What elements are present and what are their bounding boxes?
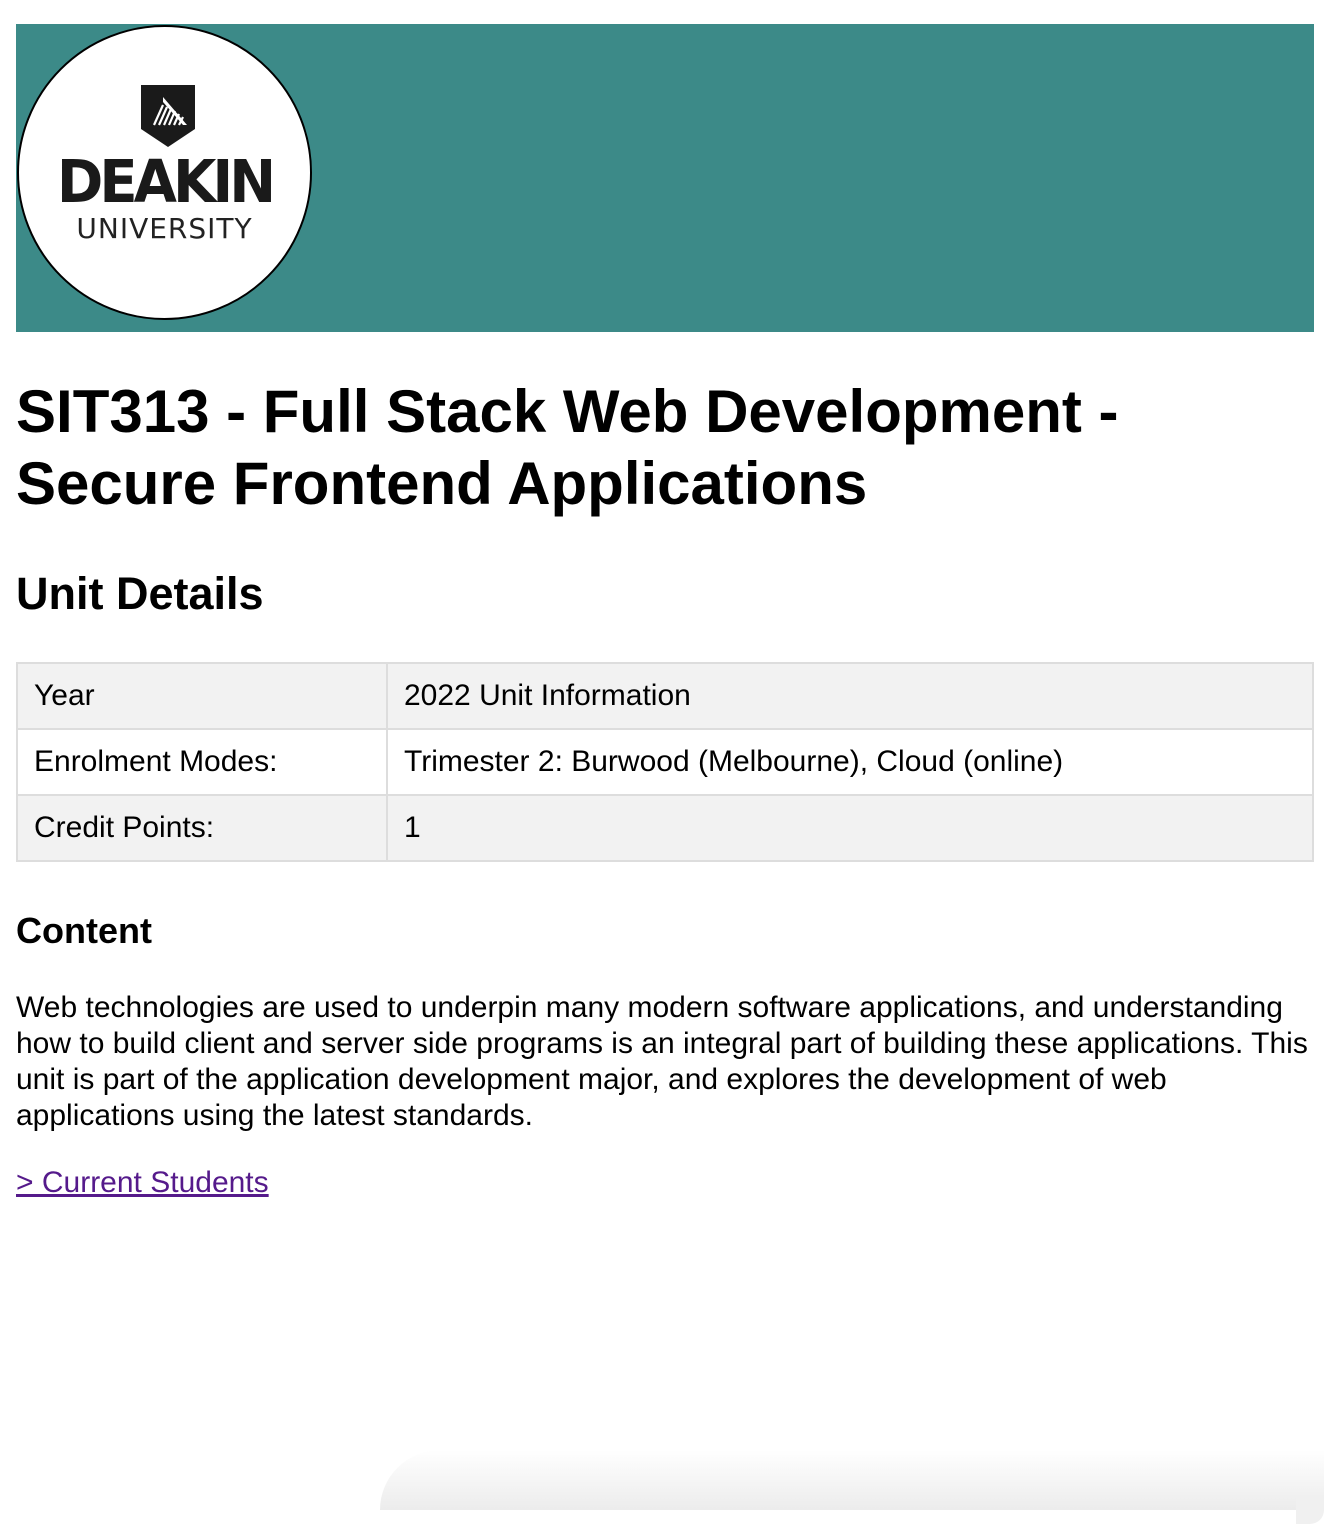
row-value-year: 2022 Unit Information	[386, 662, 1314, 730]
unit-details-heading: Unit Details	[16, 568, 264, 619]
row-label-credit-points: Credit Points:	[16, 794, 388, 862]
table-row: Year 2022 Unit Information	[16, 662, 1314, 730]
deakin-shield-icon	[141, 85, 195, 147]
table-row: Credit Points: 1	[16, 794, 1314, 862]
window-corner-left	[0, 1496, 28, 1524]
row-value-credit-points: 1	[386, 794, 1314, 862]
row-label-year: Year	[16, 662, 388, 730]
table-row: Enrolment Modes: Trimester 2: Burwood (M…	[16, 728, 1314, 796]
page-title: SIT313 - Full Stack Web Development - Se…	[16, 378, 1119, 517]
bottom-shadow	[380, 1450, 1324, 1510]
header-banner: DEAKIN UNIVERSITY	[16, 24, 1314, 332]
current-students-link[interactable]: > Current Students	[16, 1164, 269, 1202]
logo-wordmark: DEAKIN	[56, 148, 276, 217]
page: DEAKIN UNIVERSITY SIT313 - Full Stack We…	[16, 24, 1314, 517]
logo-subtitle: UNIVERSITY	[76, 212, 253, 245]
unit-details-table: Year 2022 Unit Information Enrolment Mod…	[16, 662, 1314, 862]
window-corner-right	[1296, 1496, 1324, 1524]
content-heading: Content	[16, 910, 152, 951]
row-label-enrolment-modes: Enrolment Modes:	[16, 728, 388, 796]
row-value-enrolment-modes: Trimester 2: Burwood (Melbourne), Cloud …	[386, 728, 1314, 796]
university-logo: DEAKIN UNIVERSITY	[17, 25, 312, 320]
content-description: Web technologies are used to underpin ma…	[16, 991, 1308, 1132]
